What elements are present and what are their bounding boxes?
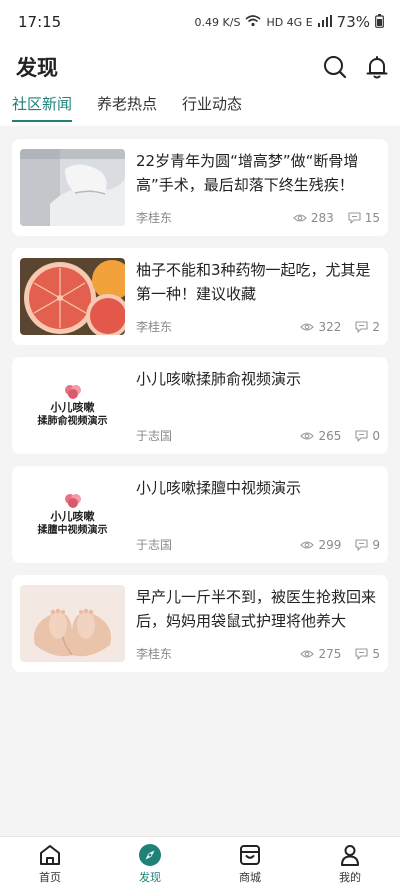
home-icon [38, 843, 62, 867]
battery-icon [375, 13, 384, 31]
article-title: 柚子不能和3种药物一起吃，尤其是第一种！建议收藏 [136, 261, 371, 303]
compass-icon [138, 843, 162, 867]
eye-icon [300, 541, 315, 549]
eye-icon [293, 214, 307, 222]
signal-icon [317, 14, 332, 30]
nav-profile[interactable]: 我的 [300, 837, 400, 888]
article-title: 22岁青年为圆“增高梦”做“断骨增高”手术，最后却落下终生残疾！ [136, 152, 359, 194]
article-list: 22岁青年为圆“增高梦”做“断骨增高”手术，最后却落下终生残疾！ 李桂东 283… [12, 139, 388, 684]
status-bar: 17:15 0.49 K/S HD 4G E 73% [0, 0, 400, 44]
comment-icon [348, 212, 361, 224]
category-tabs: 社区新闻 养老热点 行业动态 [0, 90, 400, 126]
thumbnail-caption: 小儿咳嗽 [50, 509, 95, 523]
search-icon [324, 56, 347, 79]
tab-community-news[interactable]: 社区新闻 [12, 90, 73, 126]
nav-label: 发现 [139, 871, 161, 884]
article-card[interactable]: 小儿咳嗽 揉肺俞视频演示 小儿咳嗽揉肺俞视频演示 于志国 265 0 [12, 357, 388, 454]
article-author: 李桂东 [136, 320, 173, 334]
comment-count: 0 [372, 429, 380, 443]
comment-count: 2 [372, 320, 380, 334]
eye-icon [300, 432, 315, 440]
comment-icon [355, 539, 368, 551]
nav-discover[interactable]: 发现 [100, 837, 200, 888]
thumbnail-caption: 小儿咳嗽 [50, 400, 95, 414]
network-type: HD 4G E [266, 15, 313, 29]
article-card[interactable]: 早产儿一斤半不到，被医生抢救回来后，妈妈用袋鼠式护理将他养大 李桂东 275 5 [12, 575, 388, 672]
thumbnail-caption: 揉肺俞视频演示 [37, 415, 108, 427]
tab-industry-news[interactable]: 行业动态 [182, 90, 242, 126]
status-time: 17:15 [18, 13, 62, 31]
tab-elderly-hotspots[interactable]: 养老热点 [97, 90, 157, 126]
user-icon [338, 843, 362, 867]
thumbnail-caption: 揉膻中视频演示 [37, 524, 108, 536]
comment-count: 15 [364, 211, 380, 225]
view-count: 265 [318, 429, 342, 443]
article-thumbnail [20, 149, 125, 226]
notification-button[interactable] [364, 54, 390, 80]
page-title: 发现 [16, 56, 58, 80]
view-count: 299 [318, 538, 342, 552]
article-card[interactable]: 22岁青年为圆“增高梦”做“断骨增高”手术，最后却落下终生残疾！ 李桂东 283… [12, 139, 388, 236]
search-button[interactable] [322, 54, 348, 80]
article-thumbnail: 小儿咳嗽 揉膻中视频演示 [20, 476, 125, 553]
flower-icon [64, 384, 81, 399]
article-thumbnail [20, 258, 125, 335]
nav-label: 首页 [39, 871, 61, 884]
article-author: 于志国 [136, 538, 173, 552]
article-title: 小儿咳嗽揉肺俞视频演示 [136, 370, 302, 388]
comment-icon [355, 648, 368, 660]
article-thumbnail: 小儿咳嗽 揉肺俞视频演示 [20, 367, 125, 444]
eye-icon [300, 323, 315, 331]
nav-label: 商城 [239, 871, 261, 884]
article-author: 李桂东 [136, 647, 173, 661]
bottom-navigation: 首页 发现 商城 我的 [0, 836, 400, 888]
comment-icon [355, 321, 368, 333]
nav-mall[interactable]: 商城 [200, 837, 300, 888]
comment-count: 5 [372, 647, 380, 661]
nav-label: 我的 [339, 871, 361, 884]
network-speed: 0.49 K/S [194, 15, 241, 29]
article-thumbnail [20, 585, 125, 662]
comment-icon [355, 430, 368, 442]
shop-icon [238, 843, 262, 867]
app-header: 发现 [0, 44, 400, 90]
wifi-icon [245, 14, 261, 30]
article-author: 李桂东 [136, 211, 173, 225]
article-card[interactable]: 柚子不能和3种药物一起吃，尤其是第一种！建议收藏 李桂东 322 2 [12, 248, 388, 345]
article-title: 早产儿一斤半不到，被医生抢救回来后，妈妈用袋鼠式护理将他养大 [136, 588, 377, 630]
battery-level: 73% [336, 13, 370, 31]
view-count: 275 [318, 647, 342, 661]
bell-icon [366, 56, 388, 79]
view-count: 322 [318, 320, 342, 334]
article-title: 小儿咳嗽揉膻中视频演示 [136, 479, 302, 497]
eye-icon [300, 650, 315, 658]
comment-count: 9 [372, 538, 380, 552]
article-author: 于志国 [136, 429, 173, 443]
flower-icon [64, 493, 81, 508]
article-card[interactable]: 小儿咳嗽 揉膻中视频演示 小儿咳嗽揉膻中视频演示 于志国 299 9 [12, 466, 388, 563]
view-count: 283 [310, 211, 334, 225]
nav-home[interactable]: 首页 [0, 837, 100, 888]
